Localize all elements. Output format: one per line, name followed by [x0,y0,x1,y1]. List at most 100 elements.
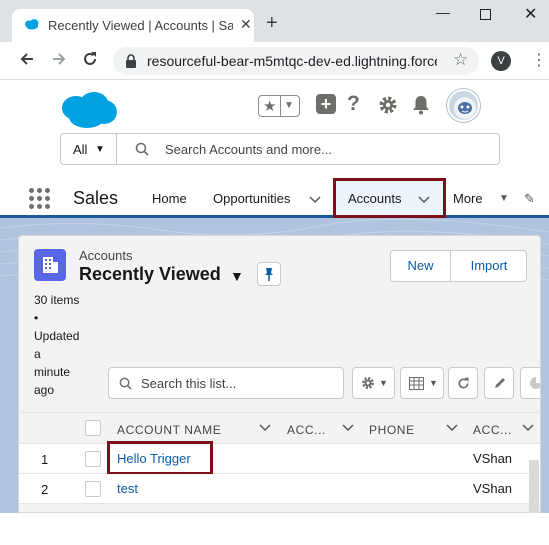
bookmark-star-icon[interactable]: ☆ [453,50,468,70]
nav-item-accounts[interactable]: Accounts [348,191,401,206]
nav-item-accounts-highlight[interactable]: Accounts [333,178,446,218]
select-all-checkbox[interactable] [85,420,101,436]
list-view-name[interactable]: Recently Viewed [79,264,221,285]
chevron-down-icon: ▼ [379,378,388,388]
chevron-down-icon: ▼ [429,378,438,388]
chevron-down-icon: ▼ [284,100,294,111]
global-actions-plus-icon[interactable]: + [316,94,336,114]
salesforce-favicon-icon [25,19,39,30]
account-name-link[interactable]: Hello Trigger [117,451,191,466]
app-name: Sales [73,188,119,208]
refresh-icon [458,377,469,389]
table-row: 1 Hello Trigger VShan [19,441,540,475]
list-view-card: Accounts Recently Viewed ▼ New Import 30… [18,235,541,513]
global-header: ★ ▼ + ? All ▼ [0,80,549,180]
back-arrow-icon[interactable] [18,50,36,68]
pin-icon [265,268,273,281]
list-settings-button[interactable]: ▼ [352,367,395,399]
profile-avatar[interactable]: V [491,51,511,71]
user-avatar[interactable] [447,89,480,122]
column-header-account-site[interactable]: ACC... [287,423,326,437]
inline-edit-button[interactable] [484,367,514,399]
list-search-input[interactable] [141,374,331,392]
refresh-button[interactable] [448,367,478,399]
window-minimize-icon[interactable]: — [436,4,450,20]
browser-menu-icon[interactable]: ⋮ [531,50,547,70]
chevron-down-icon[interactable] [418,194,430,206]
building-icon [43,257,58,273]
search-scope-label: All [73,142,88,157]
notifications-bell-icon[interactable] [412,95,430,115]
page-bottom [0,513,549,545]
account-name-link[interactable]: test [117,481,138,496]
account-owner: VShan [473,481,513,496]
row-number: 2 [41,482,49,497]
list-view-switcher-caret-icon[interactable]: ▼ [230,268,244,284]
app-navigation-bar: Sales Home Opportunities Accounts More ▼… [0,178,549,218]
lock-icon[interactable] [125,54,137,68]
pin-list-view-button[interactable] [257,262,281,286]
chevron-down-icon: ▼ [95,144,105,155]
display-as-table-button[interactable]: ▼ [400,367,444,399]
row-checkbox[interactable] [85,451,101,467]
column-header-phone[interactable]: PHONE [369,423,415,437]
tab-title: Recently Viewed | Accounts | Sales [48,18,233,33]
salesforce-logo-icon[interactable] [60,90,118,130]
charts-button[interactable] [520,367,540,399]
global-search: All ▼ [60,133,500,165]
setup-gear-icon[interactable] [378,95,398,115]
favorites-button[interactable]: ★ ▼ [258,95,300,117]
astro-avatar-icon [454,97,476,119]
table-icon [409,377,424,390]
search-icon [135,142,149,156]
meta-line: minute [34,365,71,379]
accounts-object-icon [34,249,66,281]
global-search-input[interactable] [165,139,485,159]
tab-close-icon[interactable]: ✕ [240,16,252,33]
new-tab-icon[interactable]: + [266,13,278,33]
browser-toolbar: resourceful-bear-m5mtqc-dev-ed.lightning… [0,42,549,80]
pencil-icon [495,378,505,388]
nav-item-opportunities[interactable]: Opportunities [213,191,290,206]
chevron-down-icon[interactable] [309,194,321,206]
meta-line: 30 items [34,293,80,307]
list-actions-button-group: New Import [390,250,527,282]
address-bar[interactable]: resourceful-bear-m5mtqc-dev-ed.lightning… [113,47,479,75]
browser-tab-strip: Recently Viewed | Accounts | Sales ✕ + —… [0,0,549,42]
table-row: 2 test VShan [19,474,540,504]
window-close-icon[interactable]: ✕ [524,4,537,24]
pie-chart-icon [530,377,540,389]
chevron-down-icon[interactable] [522,422,534,434]
new-button[interactable]: New [391,251,451,281]
table-scrollbar[interactable] [529,460,539,515]
row-checkbox[interactable] [85,481,101,497]
star-icon: ★ [263,98,277,115]
account-owner: VShan [473,451,513,466]
search-scope-dropdown[interactable]: All ▼ [61,134,117,164]
column-header-account-name[interactable]: ACCOUNT NAME [117,423,221,437]
table-header: ACCOUNT NAME ACC... PHONE ACC... [19,412,540,444]
help-icon[interactable]: ? [347,92,360,116]
chevron-down-icon[interactable] [259,422,271,434]
chevron-down-icon[interactable]: ▼ [499,193,509,204]
meta-line: • [34,311,39,325]
url-text: resourceful-bear-m5mtqc-dev-ed.lightning… [147,53,437,69]
list-view-meta: 30 items • Updated a minute ago [34,291,94,399]
row-number: 1 [41,452,49,467]
gear-icon [362,377,374,389]
list-search [108,367,344,399]
column-header-account-owner[interactable]: ACC... [473,423,512,437]
nav-item-more[interactable]: More [453,191,483,206]
import-button[interactable]: Import [451,251,527,281]
forward-arrow-icon[interactable] [50,50,68,68]
chevron-down-icon[interactable] [342,422,354,434]
chevron-down-icon[interactable] [446,422,458,434]
reload-icon[interactable] [81,50,99,68]
app-launcher-icon[interactable] [29,188,51,210]
meta-line: ago [34,383,55,397]
edit-nav-pencil-icon[interactable]: ✎ [524,191,535,207]
nav-item-home[interactable]: Home [152,191,187,206]
browser-tab[interactable]: Recently Viewed | Accounts | Sales ✕ [12,9,254,42]
window-maximize-icon[interactable] [480,9,491,20]
search-icon [119,377,132,390]
